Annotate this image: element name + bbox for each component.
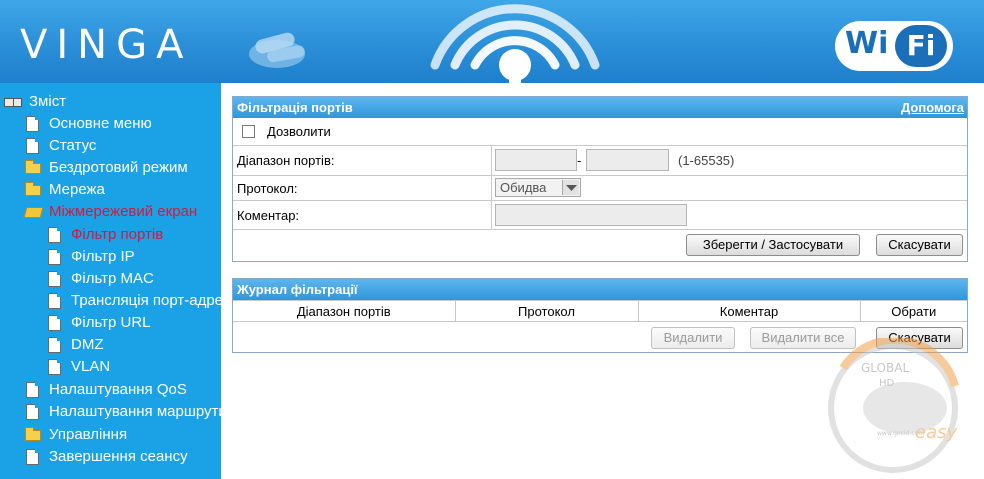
wifi-logo-wi: Wi xyxy=(845,26,889,61)
protocol-select-value: Обидва xyxy=(500,180,547,195)
hands-graphic xyxy=(249,32,305,68)
filter-log-header: Журнал фільтрації xyxy=(233,279,967,300)
document-icon xyxy=(26,116,39,132)
help-link[interactable]: Допомога xyxy=(901,97,964,118)
wifi-logo-fi: Fi xyxy=(895,25,947,67)
port-to-input[interactable] xyxy=(586,149,669,171)
protocol-row: Протокол: Обидва xyxy=(233,175,967,200)
folder-icon xyxy=(25,160,41,174)
comment-label: Коментар: xyxy=(237,208,300,223)
document-icon xyxy=(48,293,61,309)
document-icon xyxy=(48,337,61,353)
column-header-comment: Коментар xyxy=(637,300,861,322)
protocol-select[interactable]: Обидва xyxy=(495,178,581,197)
folder-open-icon xyxy=(23,207,44,218)
sidebar-nav: Зміст Основне меню Статус Бездротовий ре… xyxy=(0,83,221,479)
document-icon xyxy=(26,382,39,398)
filter-log-table: Діапазон портів Протокол Коментар Обрати xyxy=(233,300,967,322)
panel-title: Журнал фільтрації xyxy=(237,282,358,297)
header-banner: VINGA Wi Fi xyxy=(0,0,984,83)
document-icon xyxy=(26,404,39,420)
contents-icon xyxy=(4,98,22,107)
enable-row: Дозволити xyxy=(233,118,967,145)
port-range-row: Діапазон портів: - (1-65535) xyxy=(233,145,967,175)
filter-actions-row: Зберегти / Застосувати Скасувати xyxy=(233,229,967,260)
document-icon xyxy=(48,249,61,265)
cancel-button[interactable]: Скасувати xyxy=(876,234,963,256)
folder-icon xyxy=(25,427,41,441)
document-icon xyxy=(48,271,61,287)
watermark-global: GLOBAL xyxy=(861,361,909,375)
port-range-label: Діапазон портів: xyxy=(237,153,335,168)
column-header-port-range: Діапазон портів xyxy=(233,300,456,322)
document-icon xyxy=(48,315,61,331)
watermark-logo: GLOBAL HD easy www.gecid.com xyxy=(828,338,959,473)
chevron-down-icon xyxy=(562,180,579,195)
delete-button[interactable]: Видалити xyxy=(651,327,735,349)
document-icon xyxy=(26,138,39,154)
column-header-protocol: Протокол xyxy=(454,300,639,322)
protocol-label: Протокол: xyxy=(237,181,298,196)
port-range-hint: (1-65535) xyxy=(678,153,735,168)
comment-input[interactable] xyxy=(495,204,687,226)
wifi-signal-graphic xyxy=(430,4,600,83)
column-header-select: Обрати xyxy=(859,300,967,322)
watermark-url: www.gecid.com xyxy=(877,430,924,437)
brand-logo: VINGA xyxy=(20,22,193,68)
row-divider xyxy=(491,201,492,229)
row-divider xyxy=(491,176,492,200)
document-icon xyxy=(48,359,61,375)
comment-row: Коментар: xyxy=(233,200,967,229)
port-separator: - xyxy=(577,153,582,168)
port-from-input[interactable] xyxy=(495,149,577,171)
folder-icon xyxy=(25,182,41,196)
watermark-hd: HD xyxy=(879,378,895,389)
enable-checkbox[interactable] xyxy=(242,125,255,138)
port-filter-header: Фільтрація портів Допомога xyxy=(233,97,967,118)
save-apply-button[interactable]: Зберегти / Застосувати xyxy=(686,234,860,256)
wifi-logo: Wi Fi xyxy=(835,21,953,71)
document-icon xyxy=(48,227,61,243)
port-filter-panel: Фільтрація портів Допомога Дозволити Діа… xyxy=(232,96,968,262)
document-icon xyxy=(26,449,39,465)
row-divider xyxy=(491,146,492,175)
enable-label: Дозволити xyxy=(267,124,331,139)
panel-title: Фільтрація портів xyxy=(237,100,353,115)
